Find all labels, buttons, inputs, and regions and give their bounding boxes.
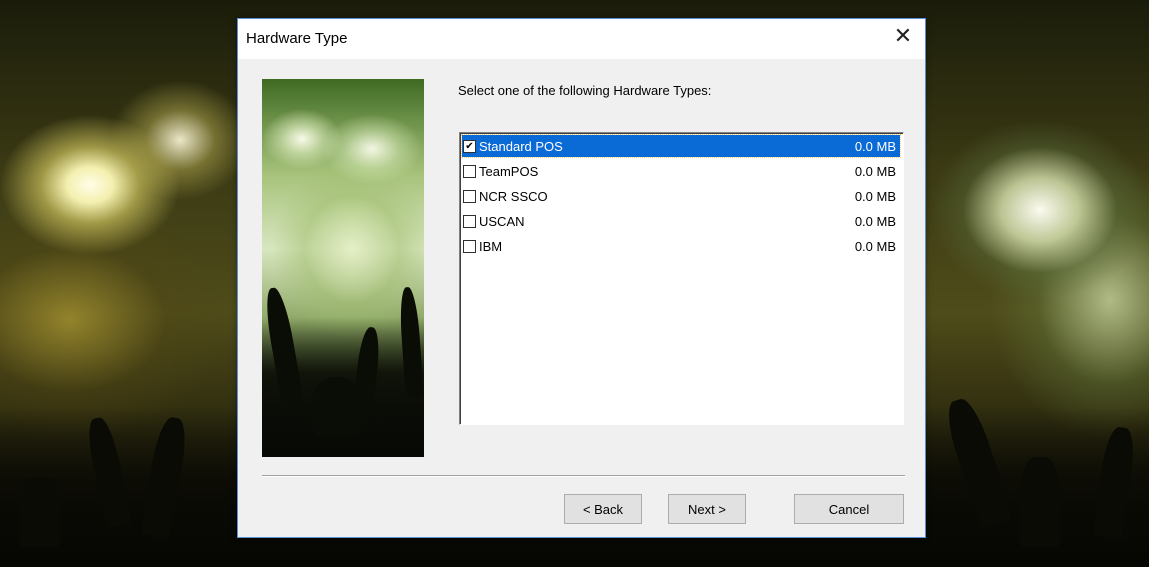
item-size: 0.0 MB xyxy=(854,213,896,229)
list-item[interactable]: USCAN 0.0 MB xyxy=(462,210,900,232)
dialog-title: Hardware Type xyxy=(246,30,348,47)
next-button[interactable]: Next > xyxy=(668,494,746,524)
list-item[interactable]: ✔ Standard POS 0.0 MB xyxy=(461,134,901,158)
concert-side-image xyxy=(262,79,424,457)
back-button[interactable]: < Back xyxy=(564,494,642,524)
dialog-client-area: Select one of the following Hardware Typ… xyxy=(238,59,925,537)
item-name: NCR SSCO xyxy=(479,188,548,204)
checkbox[interactable] xyxy=(463,164,476,178)
close-icon[interactable]: ✕ xyxy=(881,19,925,53)
title-bar: Hardware Type ✕ xyxy=(238,19,925,59)
item-name: TeamPOS xyxy=(479,163,539,179)
checkbox[interactable] xyxy=(463,239,476,253)
item-size: 0.0 MB xyxy=(854,163,896,179)
item-size: 0.0 MB xyxy=(854,238,896,254)
list-item[interactable]: NCR SSCO 0.0 MB xyxy=(462,185,900,207)
list-item[interactable]: TeamPOS 0.0 MB xyxy=(462,160,900,182)
item-name: IBM xyxy=(479,238,503,254)
divider xyxy=(262,475,905,477)
instruction-text: Select one of the following Hardware Typ… xyxy=(458,83,712,98)
checkbox[interactable] xyxy=(463,189,476,203)
item-name: Standard POS xyxy=(479,138,563,154)
item-size: 0.0 MB xyxy=(854,138,896,154)
list-item[interactable]: IBM 0.0 MB xyxy=(462,235,900,257)
hardware-type-list[interactable]: ✔ Standard POS 0.0 MB TeamPOS 0.0 MB NCR SSCO… xyxy=(459,132,904,425)
checkbox[interactable] xyxy=(463,214,476,228)
hardware-type-dialog: Hardware Type ✕ Select one of the follow… xyxy=(237,18,926,538)
item-size: 0.0 MB xyxy=(854,188,896,204)
item-name: USCAN xyxy=(479,213,525,229)
check-icon[interactable]: ✔ xyxy=(463,139,476,153)
cancel-button[interactable]: Cancel xyxy=(794,494,904,524)
